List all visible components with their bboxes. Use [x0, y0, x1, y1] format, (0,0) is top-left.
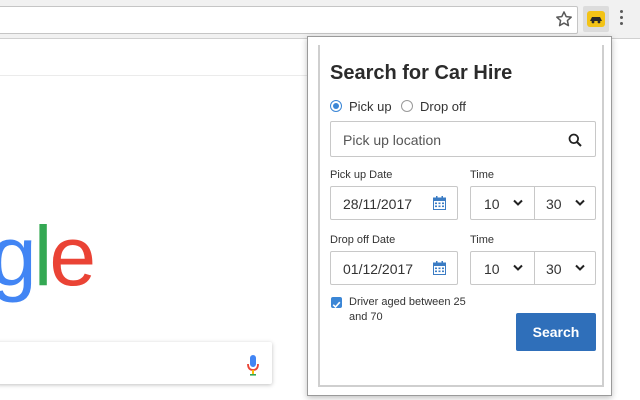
drop-off-date-value: 01/12/2017 [343, 261, 414, 277]
pick-up-date-value: 28/11/2017 [343, 196, 413, 212]
driver-age-checkbox[interactable] [331, 297, 342, 309]
page-divider [0, 75, 310, 76]
drop-off-minute-value[interactable]: 30 [546, 261, 562, 277]
pick-up-location-input[interactable]: Pick up location [330, 121, 596, 157]
car-hire-popup: Search for Car Hire Pick up Drop off Pic… [307, 36, 612, 396]
car-hire-extension-button[interactable] [583, 6, 609, 32]
radio-circle-unchecked [401, 100, 413, 112]
time-separator [534, 187, 535, 219]
more-vert-icon[interactable] [620, 10, 624, 28]
calendar-icon[interactable] [433, 261, 446, 275]
checkmark-icon [332, 301, 341, 309]
radio-drop-off[interactable]: Drop off [401, 98, 466, 114]
search-icon[interactable] [568, 133, 582, 147]
chevron-down-icon[interactable] [513, 199, 523, 207]
time-separator [534, 252, 535, 284]
calendar-icon[interactable] [433, 196, 446, 210]
drop-off-time-label: Time [470, 234, 495, 246]
google-search-box[interactable] [0, 342, 272, 384]
pick-up-minute-value[interactable]: 30 [546, 196, 562, 212]
driver-age-label: Driver aged between 25 and 70 [349, 296, 466, 323]
radio-circle-checked [330, 100, 342, 112]
car-icon [587, 11, 605, 27]
drop-off-time-field: 10 30 [470, 251, 596, 285]
chevron-down-icon[interactable] [513, 264, 523, 272]
search-button[interactable]: Search [516, 313, 596, 351]
chevron-down-icon[interactable] [575, 264, 585, 272]
radio-drop-off-label: Drop off [420, 98, 467, 114]
star-icon[interactable] [554, 9, 574, 29]
pick-up-time-label: Time [470, 169, 495, 181]
radio-pick-up-label: Pick up [349, 98, 392, 114]
pick-up-hour-value[interactable]: 10 [484, 196, 500, 212]
drop-off-hour-value[interactable]: 10 [484, 261, 500, 277]
radio-pick-up[interactable]: Pick up [330, 98, 392, 114]
drop-off-date-field[interactable]: 01/12/2017 [330, 251, 458, 285]
popup-title: Search for Car Hire [330, 62, 513, 84]
location-placeholder: Pick up location [343, 132, 442, 148]
browser-toolbar [0, 0, 640, 39]
address-bar[interactable] [0, 6, 578, 34]
google-logo: gle [0, 209, 96, 303]
pick-up-time-field: 10 30 [470, 186, 596, 220]
pick-up-date-field[interactable]: 28/11/2017 [330, 186, 458, 220]
pick-up-date-label: Pick up Date [330, 169, 393, 181]
drop-off-date-label: Drop off Date [330, 234, 396, 246]
chevron-down-icon[interactable] [575, 199, 585, 207]
microphone-icon[interactable] [246, 354, 260, 376]
